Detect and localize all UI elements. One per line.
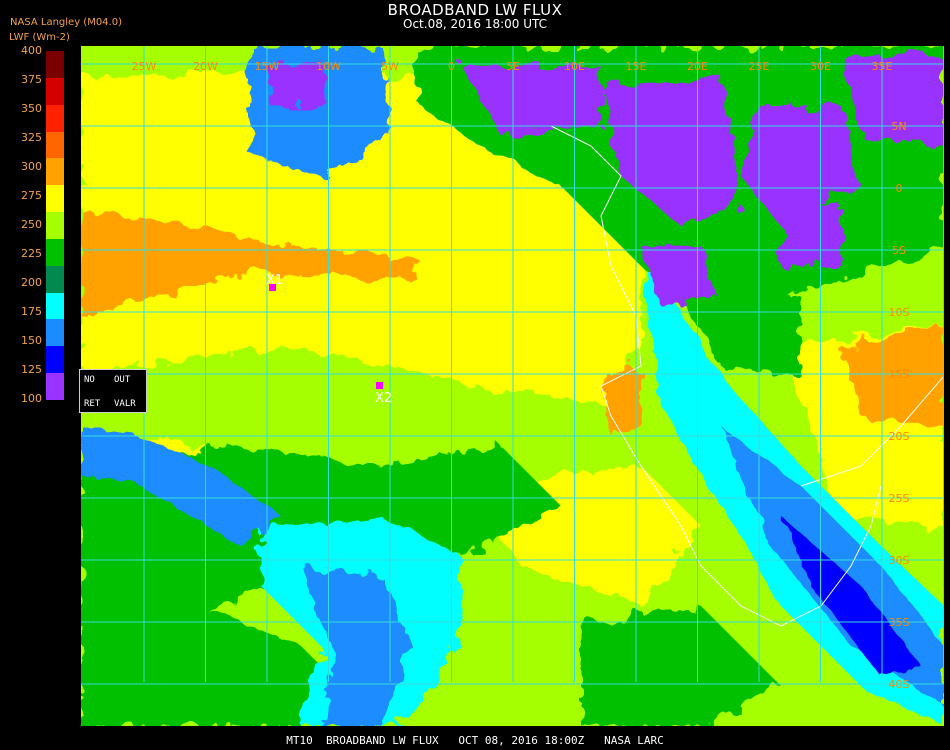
longitude-label: 20E bbox=[687, 60, 708, 73]
ret-button[interactable]: RET bbox=[84, 399, 100, 409]
latitude-label: 5S bbox=[892, 244, 906, 257]
longitude-label: 10W bbox=[316, 60, 341, 73]
latitude-label: 20S bbox=[889, 430, 910, 443]
flux-map[interactable]: 25W 20W 15W 10W 5W 0 5E 10E 15E 20E 25E 30E 35E 5N 0 5… bbox=[81, 46, 944, 726]
legend-tick-label: 200 bbox=[21, 276, 42, 289]
legend-swatch bbox=[46, 185, 64, 213]
legend-swatch bbox=[46, 373, 64, 400]
legend-tick-label: 225 bbox=[21, 247, 42, 260]
legend-swatch bbox=[46, 104, 64, 132]
valr-button[interactable]: VALR bbox=[114, 399, 136, 409]
legend-swatch bbox=[46, 238, 64, 266]
latitude-label: 0 bbox=[896, 182, 903, 195]
legend-tick-label: 400 bbox=[21, 44, 42, 57]
legend-swatch bbox=[46, 265, 64, 293]
legend-swatch bbox=[46, 319, 64, 347]
legend-tick-label: 300 bbox=[21, 160, 42, 173]
legend-tick-label: 375 bbox=[21, 73, 42, 86]
marker-label: X2 bbox=[375, 391, 392, 406]
legend-swatch bbox=[46, 158, 64, 186]
marker-label: X1 bbox=[266, 273, 283, 288]
marker-square[interactable] bbox=[376, 382, 383, 389]
longitude-label: 30E bbox=[810, 60, 831, 73]
longitude-label: 25W bbox=[132, 60, 157, 73]
control-panel: NO OUT RET VALR bbox=[79, 369, 147, 413]
legend-tick-label: 150 bbox=[21, 334, 42, 347]
out-button[interactable]: OUT bbox=[114, 375, 130, 385]
latitude-label: 15S bbox=[889, 368, 910, 381]
latitude-label: 30S bbox=[889, 554, 910, 567]
provider-label: NASA Langley (M04.0) bbox=[10, 17, 122, 28]
longitude-label: 15W bbox=[255, 60, 280, 73]
legend-tick-label: 275 bbox=[21, 189, 42, 202]
latitude-label: 35S bbox=[889, 616, 910, 629]
longitude-label: 10E bbox=[564, 60, 585, 73]
legend-swatch bbox=[46, 77, 64, 105]
legend-tick-label: 100 bbox=[21, 392, 42, 405]
longitude-label: 15E bbox=[626, 60, 647, 73]
legend-tick-label: 125 bbox=[21, 363, 42, 376]
latitude-label: 5N bbox=[891, 120, 906, 133]
latitude-label: 40S bbox=[889, 678, 910, 691]
latitude-label: 25S bbox=[889, 492, 910, 505]
units-label: LWF (Wm-2) bbox=[9, 32, 70, 43]
longitude-label: 25E bbox=[749, 60, 770, 73]
no-button[interactable]: NO bbox=[84, 375, 95, 385]
map-timestamp: Oct.08, 2016 18:00 UTC bbox=[403, 17, 547, 31]
legend-swatch bbox=[46, 131, 64, 159]
legend-tick-label: 325 bbox=[21, 131, 42, 144]
legend-swatch bbox=[46, 346, 64, 374]
footer-caption: MT10 BROADBAND LW FLUX OCT 08, 2016 18:0… bbox=[286, 734, 664, 747]
legend-tick-label: 175 bbox=[21, 305, 42, 318]
legend-swatch bbox=[46, 292, 64, 320]
legend-tick-label: 350 bbox=[21, 102, 42, 115]
longitude-label: 35E bbox=[872, 60, 893, 73]
longitude-label: 5E bbox=[506, 60, 520, 73]
longitude-label: 5W bbox=[381, 60, 399, 73]
legend-tick-label: 250 bbox=[21, 218, 42, 231]
longitude-label: 0 bbox=[448, 60, 455, 73]
legend-swatch bbox=[46, 51, 64, 78]
longitude-label: 20W bbox=[193, 60, 218, 73]
latitude-label: 10S bbox=[889, 306, 910, 319]
legend-swatch bbox=[46, 212, 64, 239]
color-legend bbox=[46, 51, 64, 400]
